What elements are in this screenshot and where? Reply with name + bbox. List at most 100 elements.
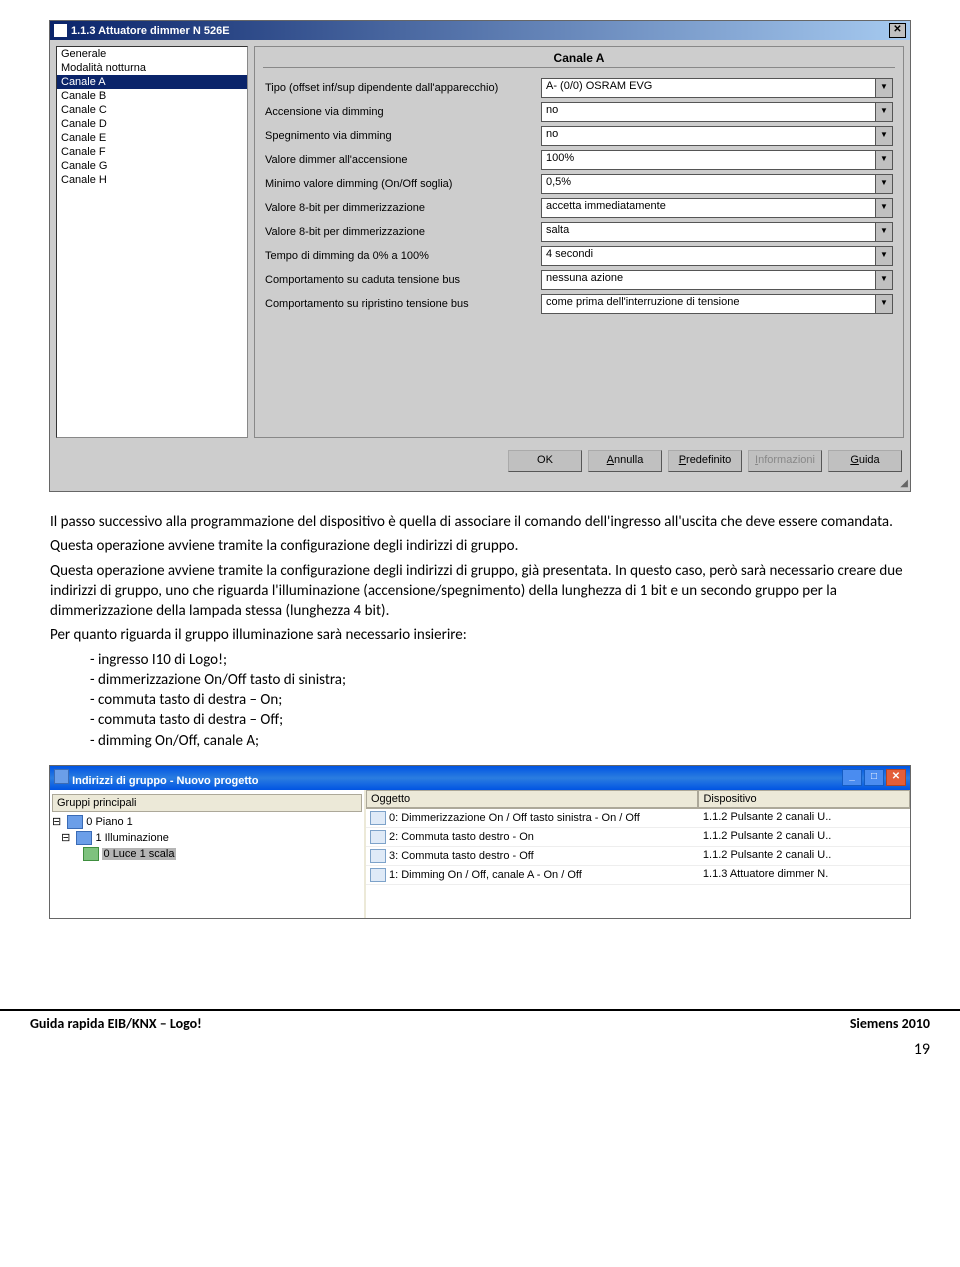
footer-left: Guida rapida EIB/KNX – Logo! bbox=[30, 1015, 202, 1032]
ok-button[interactable]: OK bbox=[508, 450, 582, 472]
combo-value: 100% bbox=[542, 151, 875, 169]
param-label: Tempo di dimming da 0% a 100% bbox=[265, 250, 535, 262]
param-row: Minimo valore dimming (On/Off soglia) 0,… bbox=[255, 172, 903, 196]
tree-panel: Gruppi principali ⊟ 0 Piano 1 ⊟ 1 Illumi… bbox=[50, 790, 366, 918]
param-label: Tipo (offset inf/sup dipendente dall'app… bbox=[265, 82, 535, 94]
tree-item[interactable]: ⊟ 0 Piano 1 bbox=[52, 814, 362, 830]
list-item[interactable]: Canale D bbox=[57, 117, 247, 131]
bullet-list: ingresso I10 di Logo!; dimmerizzazione O… bbox=[90, 650, 910, 751]
combo-value: 0,5% bbox=[542, 175, 875, 193]
param-label: Comportamento su caduta tensione bus bbox=[265, 274, 535, 286]
combo-value: no bbox=[542, 127, 875, 145]
param-row: Tipo (offset inf/sup dipendente dall'app… bbox=[255, 76, 903, 100]
param-row: Tempo di dimming da 0% a 100% 4 secondi▼ bbox=[255, 244, 903, 268]
help-button[interactable]: Guida bbox=[828, 450, 902, 472]
param-label: Valore 8-bit per dimmerizzazione bbox=[265, 226, 535, 238]
separator bbox=[263, 67, 895, 68]
close-icon[interactable]: ✕ bbox=[886, 769, 906, 786]
list-item[interactable]: Modalità notturna bbox=[57, 61, 247, 75]
chevron-down-icon[interactable]: ▼ bbox=[875, 127, 892, 145]
cell: 1.1.2 Pulsante 2 canali U.. bbox=[699, 828, 910, 846]
tree-item[interactable]: ⊟ 1 Illuminazione bbox=[52, 830, 362, 846]
window-titlebar: Indirizzi di gruppo - Nuovo progetto _ □… bbox=[50, 766, 910, 790]
list-item: dimmerizzazione On/Off tasto di sinistra… bbox=[90, 670, 910, 690]
group-icon bbox=[83, 847, 99, 861]
list-item[interactable]: Canale F bbox=[57, 145, 247, 159]
group-addresses-window: Indirizzi di gruppo - Nuovo progetto _ □… bbox=[49, 765, 911, 919]
param-combo[interactable]: salta▼ bbox=[541, 222, 893, 242]
table-row[interactable]: 1: Dimming On / Off, canale A - On / Off… bbox=[366, 866, 910, 885]
group-icon bbox=[76, 831, 92, 845]
chevron-down-icon[interactable]: ▼ bbox=[875, 151, 892, 169]
category-list[interactable]: Generale Modalità notturna Canale A Cana… bbox=[56, 46, 248, 438]
window-icon bbox=[54, 769, 69, 784]
window-controls: _ □ ✕ bbox=[842, 769, 906, 786]
info-button: Informazioni bbox=[748, 450, 822, 472]
chevron-down-icon[interactable]: ▼ bbox=[875, 247, 892, 265]
param-combo[interactable]: 0,5%▼ bbox=[541, 174, 893, 194]
table-row[interactable]: 3: Commuta tasto destro - Off 1.1.2 Puls… bbox=[366, 847, 910, 866]
list-item: ingresso I10 di Logo!; bbox=[90, 650, 910, 670]
dialog-button-row: OK Annulla Predefinito Informazioni Guid… bbox=[50, 444, 910, 478]
param-row: Spegnimento via dimming no▼ bbox=[255, 124, 903, 148]
list-item[interactable]: Canale G bbox=[57, 159, 247, 173]
col-header[interactable]: Oggetto bbox=[366, 790, 698, 808]
cell: 1.1.3 Attuatore dimmer N. bbox=[699, 866, 910, 884]
chevron-down-icon[interactable]: ▼ bbox=[875, 199, 892, 217]
tree-item[interactable]: 0 Luce 1 scala bbox=[52, 846, 362, 862]
list-item: dimming On/Off, canale A; bbox=[90, 731, 910, 751]
paragraph: Questa operazione avviene tramite la con… bbox=[50, 561, 910, 622]
minimize-icon[interactable]: _ bbox=[842, 769, 862, 786]
combo-value: nessuna azione bbox=[542, 271, 875, 289]
list-item[interactable]: Canale H bbox=[57, 173, 247, 187]
combo-value: no bbox=[542, 103, 875, 121]
param-combo[interactable]: come prima dell'interruzione di tensione… bbox=[541, 294, 893, 314]
cancel-button[interactable]: Annulla bbox=[588, 450, 662, 472]
table-row[interactable]: 2: Commuta tasto destro - On 1.1.2 Pulsa… bbox=[366, 828, 910, 847]
object-icon bbox=[370, 868, 386, 882]
param-combo[interactable]: no▼ bbox=[541, 102, 893, 122]
chevron-down-icon[interactable]: ▼ bbox=[875, 175, 892, 193]
cell: 1.1.2 Pulsante 2 canali U.. bbox=[699, 809, 910, 827]
param-combo[interactable]: nessuna azione▼ bbox=[541, 270, 893, 290]
table-row[interactable]: 0: Dimmerizzazione On / Off tasto sinist… bbox=[366, 809, 910, 828]
param-combo[interactable]: A- (0/0) OSRAM EVG▼ bbox=[541, 78, 893, 98]
combo-value: accetta immediatamente bbox=[542, 199, 875, 217]
chevron-down-icon[interactable]: ▼ bbox=[875, 271, 892, 289]
list-item: commuta tasto di destra – On; bbox=[90, 690, 910, 710]
default-button[interactable]: Predefinito bbox=[668, 450, 742, 472]
param-combo[interactable]: 4 secondi▼ bbox=[541, 246, 893, 266]
close-icon[interactable]: ✕ bbox=[889, 23, 906, 38]
chevron-down-icon[interactable]: ▼ bbox=[875, 223, 892, 241]
chevron-down-icon[interactable]: ▼ bbox=[875, 103, 892, 121]
param-label: Minimo valore dimming (On/Off soglia) bbox=[265, 178, 535, 190]
list-item[interactable]: Generale bbox=[57, 47, 247, 61]
param-label: Spegnimento via dimming bbox=[265, 130, 535, 142]
properties-dialog: 1.1.3 Attuatore dimmer N 526E ✕ Generale… bbox=[49, 20, 911, 492]
cell: 3: Commuta tasto destro - Off bbox=[389, 850, 534, 862]
list-item[interactable]: Canale B bbox=[57, 89, 247, 103]
param-combo[interactable]: accetta immediatamente▼ bbox=[541, 198, 893, 218]
footer-right: Siemens 2010 bbox=[850, 1015, 930, 1032]
chevron-down-icon[interactable]: ▼ bbox=[875, 295, 892, 313]
paragraph: Il passo successivo alla programmazione … bbox=[50, 512, 910, 532]
paragraph: Questa operazione avviene tramite la con… bbox=[50, 536, 910, 556]
list-item[interactable]: Canale A bbox=[57, 75, 247, 89]
param-combo[interactable]: no▼ bbox=[541, 126, 893, 146]
cell: 1.1.2 Pulsante 2 canali U.. bbox=[699, 847, 910, 865]
window-title: Indirizzi di gruppo - Nuovo progetto bbox=[72, 775, 258, 787]
cell: 1: Dimming On / Off, canale A - On / Off bbox=[389, 869, 582, 881]
resize-grip-icon[interactable]: ◢ bbox=[50, 478, 910, 491]
param-row: Valore 8-bit per dimmerizzazione salta▼ bbox=[255, 220, 903, 244]
param-label: Accensione via dimming bbox=[265, 106, 535, 118]
col-header[interactable]: Dispositivo bbox=[698, 790, 910, 808]
list-item[interactable]: Canale E bbox=[57, 131, 247, 145]
chevron-down-icon[interactable]: ▼ bbox=[875, 79, 892, 97]
param-label: Valore 8-bit per dimmerizzazione bbox=[265, 202, 535, 214]
object-icon bbox=[370, 849, 386, 863]
list-item[interactable]: Canale C bbox=[57, 103, 247, 117]
param-row: Valore dimmer all'accensione 100%▼ bbox=[255, 148, 903, 172]
maximize-icon[interactable]: □ bbox=[864, 769, 884, 786]
param-combo[interactable]: 100%▼ bbox=[541, 150, 893, 170]
param-row: Accensione via dimming no▼ bbox=[255, 100, 903, 124]
